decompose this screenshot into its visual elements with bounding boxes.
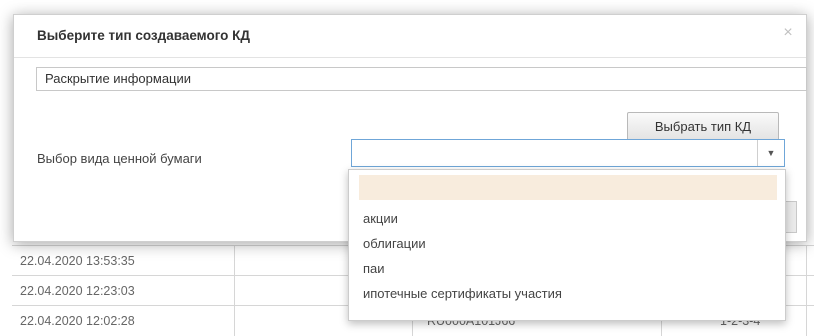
kd-type-input[interactable]: Раскрытие информации — [36, 67, 807, 91]
dialog-header: Выберите тип создаваемого КД × — [14, 15, 806, 58]
security-type-select[interactable]: ▼ — [351, 139, 785, 167]
close-icon[interactable]: × — [780, 25, 796, 41]
dropdown-option-mortgage-certificates[interactable]: ипотечные сертификаты участия — [359, 281, 777, 306]
date-cell: 22.04.2020 12:23:03 — [12, 276, 235, 306]
dropdown-option-empty[interactable] — [359, 175, 777, 200]
dropdown-option-units[interactable]: паи — [359, 256, 777, 281]
date-cell: 22.04.2020 12:02:28 — [12, 306, 235, 336]
chevron-down-icon[interactable]: ▼ — [757, 140, 784, 166]
security-type-dropdown: акции облигации паи ипотечные сертификат… — [348, 169, 786, 321]
dropdown-option-shares[interactable]: акции — [359, 206, 777, 231]
select-kd-type-button[interactable]: Выбрать тип КД — [627, 112, 779, 142]
date-cell: 22.04.2020 13:53:35 — [12, 246, 235, 276]
security-type-label: Выбор вида ценной бумаги — [37, 151, 202, 166]
dialog-title: Выберите тип создаваемого КД — [37, 28, 251, 43]
dropdown-option-bonds[interactable]: облигации — [359, 231, 777, 256]
